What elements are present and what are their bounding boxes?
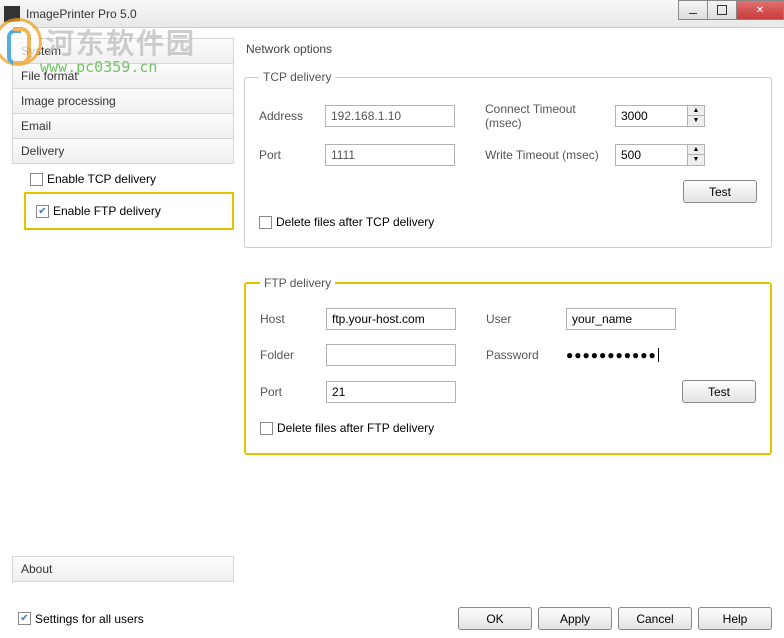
enable-tcp-checkbox[interactable] bbox=[30, 173, 43, 186]
settings-all-users-label: Settings for all users bbox=[35, 612, 144, 626]
ftp-port-input[interactable] bbox=[326, 381, 456, 403]
tcp-port-input[interactable] bbox=[325, 144, 455, 166]
ftp-folder-input[interactable] bbox=[326, 344, 456, 366]
ftp-user-label: User bbox=[486, 312, 566, 326]
ftp-highlight-box: Enable FTP delivery bbox=[24, 192, 234, 230]
tcp-address-label: Address bbox=[259, 109, 325, 123]
app-icon bbox=[4, 6, 20, 22]
maximize-button[interactable] bbox=[707, 0, 737, 20]
close-button[interactable] bbox=[736, 0, 784, 20]
ftp-password-input[interactable]: ●●●●●●●●●●● bbox=[566, 344, 676, 366]
tcp-write-timeout-spinner[interactable]: ▲▼ bbox=[687, 144, 705, 166]
sidebar-item-file-format[interactable]: File format bbox=[13, 64, 233, 89]
ftp-delivery-group: FTP delivery Host User Folder Password ●… bbox=[244, 276, 772, 455]
ftp-user-input[interactable] bbox=[566, 308, 676, 330]
footer-bar: Settings for all users OK Apply Cancel H… bbox=[12, 607, 772, 630]
tcp-port-label: Port bbox=[259, 148, 325, 162]
sidebar: System File format Image processing Emai… bbox=[12, 38, 234, 582]
ftp-delete-after-checkbox[interactable] bbox=[260, 422, 273, 435]
tcp-delete-after-checkbox[interactable] bbox=[259, 216, 272, 229]
tcp-write-timeout-label: Write Timeout (msec) bbox=[485, 148, 615, 162]
minimize-button[interactable] bbox=[678, 0, 708, 20]
ftp-legend: FTP delivery bbox=[260, 276, 335, 290]
sidebar-item-about[interactable]: About bbox=[12, 556, 234, 582]
tcp-test-button[interactable]: Test bbox=[683, 180, 757, 203]
apply-button[interactable]: Apply bbox=[538, 607, 612, 630]
tcp-connect-timeout-input[interactable] bbox=[615, 105, 687, 127]
sidebar-item-delivery[interactable]: Delivery bbox=[13, 139, 233, 163]
title-bar: ImagePrinter Pro 5.0 bbox=[0, 0, 784, 28]
ftp-password-label: Password bbox=[486, 348, 566, 362]
tcp-address-input[interactable] bbox=[325, 105, 455, 127]
tcp-legend: TCP delivery bbox=[259, 70, 335, 84]
cancel-button[interactable]: Cancel bbox=[618, 607, 692, 630]
tcp-delivery-group: TCP delivery Address Connect Timeout (ms… bbox=[244, 70, 772, 248]
enable-tcp-label: Enable TCP delivery bbox=[47, 172, 156, 186]
ftp-host-input[interactable] bbox=[326, 308, 456, 330]
tcp-connect-timeout-label: Connect Timeout (msec) bbox=[485, 102, 615, 130]
tcp-delete-after-label: Delete files after TCP delivery bbox=[276, 215, 434, 229]
ok-button[interactable]: OK bbox=[458, 607, 532, 630]
tcp-write-timeout-input[interactable] bbox=[615, 144, 687, 166]
window-title: ImagePrinter Pro 5.0 bbox=[26, 7, 137, 21]
ftp-test-button[interactable]: Test bbox=[682, 380, 756, 403]
settings-all-users-checkbox[interactable] bbox=[18, 612, 31, 625]
ftp-host-label: Host bbox=[260, 312, 326, 326]
enable-ftp-label: Enable FTP delivery bbox=[53, 204, 161, 218]
enable-ftp-checkbox[interactable] bbox=[36, 205, 49, 218]
enable-ftp-delivery-row[interactable]: Enable FTP delivery bbox=[30, 200, 228, 222]
sidebar-item-system[interactable]: System bbox=[13, 39, 233, 64]
section-heading: Network options bbox=[246, 42, 772, 56]
ftp-port-label: Port bbox=[260, 385, 326, 399]
help-button[interactable]: Help bbox=[698, 607, 772, 630]
sidebar-item-image-processing[interactable]: Image processing bbox=[13, 89, 233, 114]
enable-tcp-delivery-row[interactable]: Enable TCP delivery bbox=[24, 168, 234, 190]
ftp-delete-after-label: Delete files after FTP delivery bbox=[277, 421, 434, 435]
main-panel: Network options TCP delivery Address Con… bbox=[244, 38, 772, 582]
sidebar-item-email[interactable]: Email bbox=[13, 114, 233, 139]
ftp-folder-label: Folder bbox=[260, 348, 326, 362]
tcp-connect-timeout-spinner[interactable]: ▲▼ bbox=[687, 105, 705, 127]
